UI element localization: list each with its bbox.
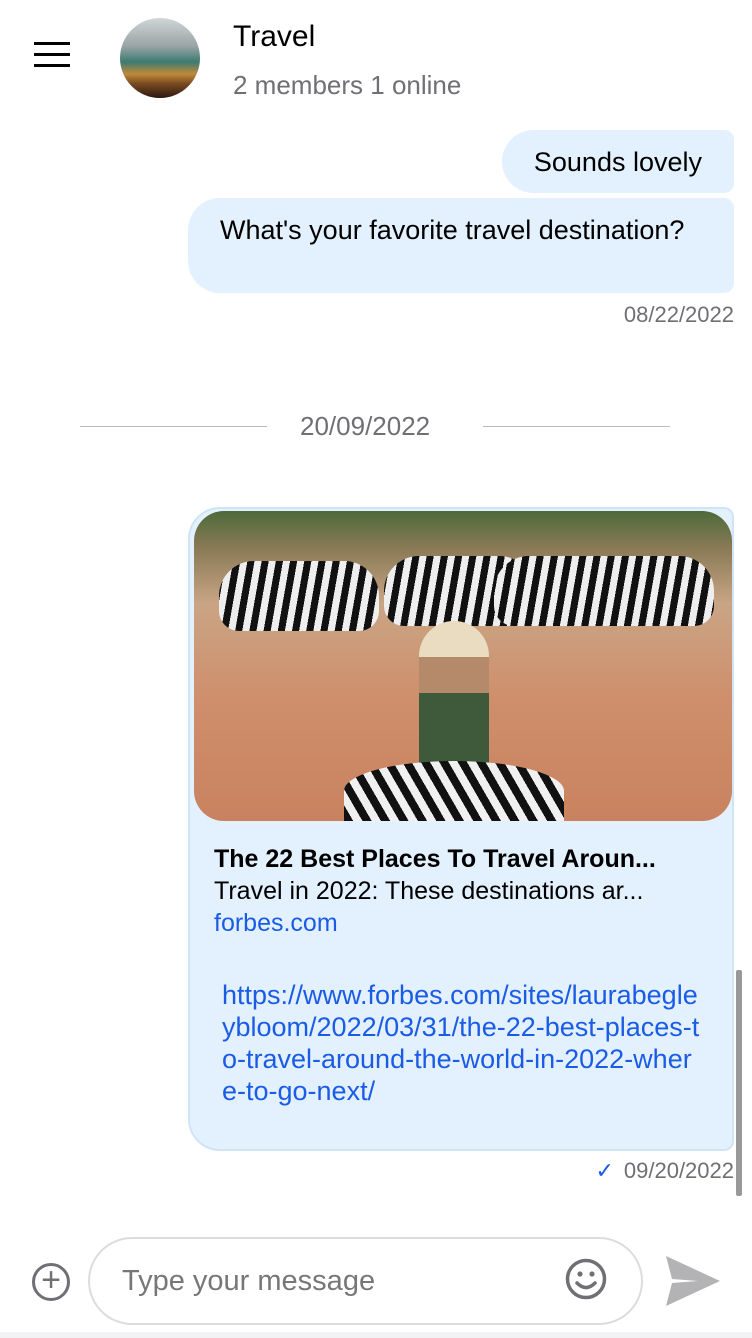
chat-title: Travel	[233, 20, 316, 53]
message-link[interactable]: https://www.forbes.com/sites/laurabegley…	[222, 979, 702, 1107]
link-message-bubble[interactable]: The 22 Best Places To Travel Aroun... Tr…	[188, 507, 734, 1151]
message-bubble[interactable]: Sounds lovely	[501, 130, 734, 193]
hamburger-menu-icon[interactable]	[34, 42, 70, 68]
message-timestamp: 09/20/2022	[623, 1158, 734, 1183]
emoji-icon[interactable]	[565, 1258, 607, 1300]
message-input[interactable]	[88, 1237, 643, 1325]
link-preview-title[interactable]: The 22 Best Places To Travel Aroun...	[214, 843, 724, 875]
link-preview-domain[interactable]: forbes.com	[214, 907, 338, 939]
divider	[80, 426, 267, 427]
group-avatar[interactable]	[120, 18, 200, 98]
link-preview-image[interactable]	[194, 511, 732, 821]
divider	[483, 426, 670, 427]
sent-check-icon: ✓	[595, 1158, 614, 1183]
chat-subtitle: 2 members 1 online	[233, 70, 462, 100]
message-meta: ✓ 09/20/2022	[595, 1158, 734, 1184]
send-icon[interactable]	[664, 1254, 722, 1308]
message-text: What's your favorite travel destination?	[220, 215, 685, 245]
add-attachment-icon[interactable]: +	[32, 1263, 70, 1301]
scrollbar[interactable]	[736, 970, 742, 1196]
message-text: Sounds lovely	[533, 147, 702, 177]
message-bubble[interactable]: What's your favorite travel destination?	[188, 198, 734, 293]
date-divider: 20/09/2022	[300, 411, 431, 441]
link-preview-description: Travel in 2022: These destinations ar...	[214, 877, 644, 905]
message-timestamp: 08/22/2022	[623, 302, 734, 327]
